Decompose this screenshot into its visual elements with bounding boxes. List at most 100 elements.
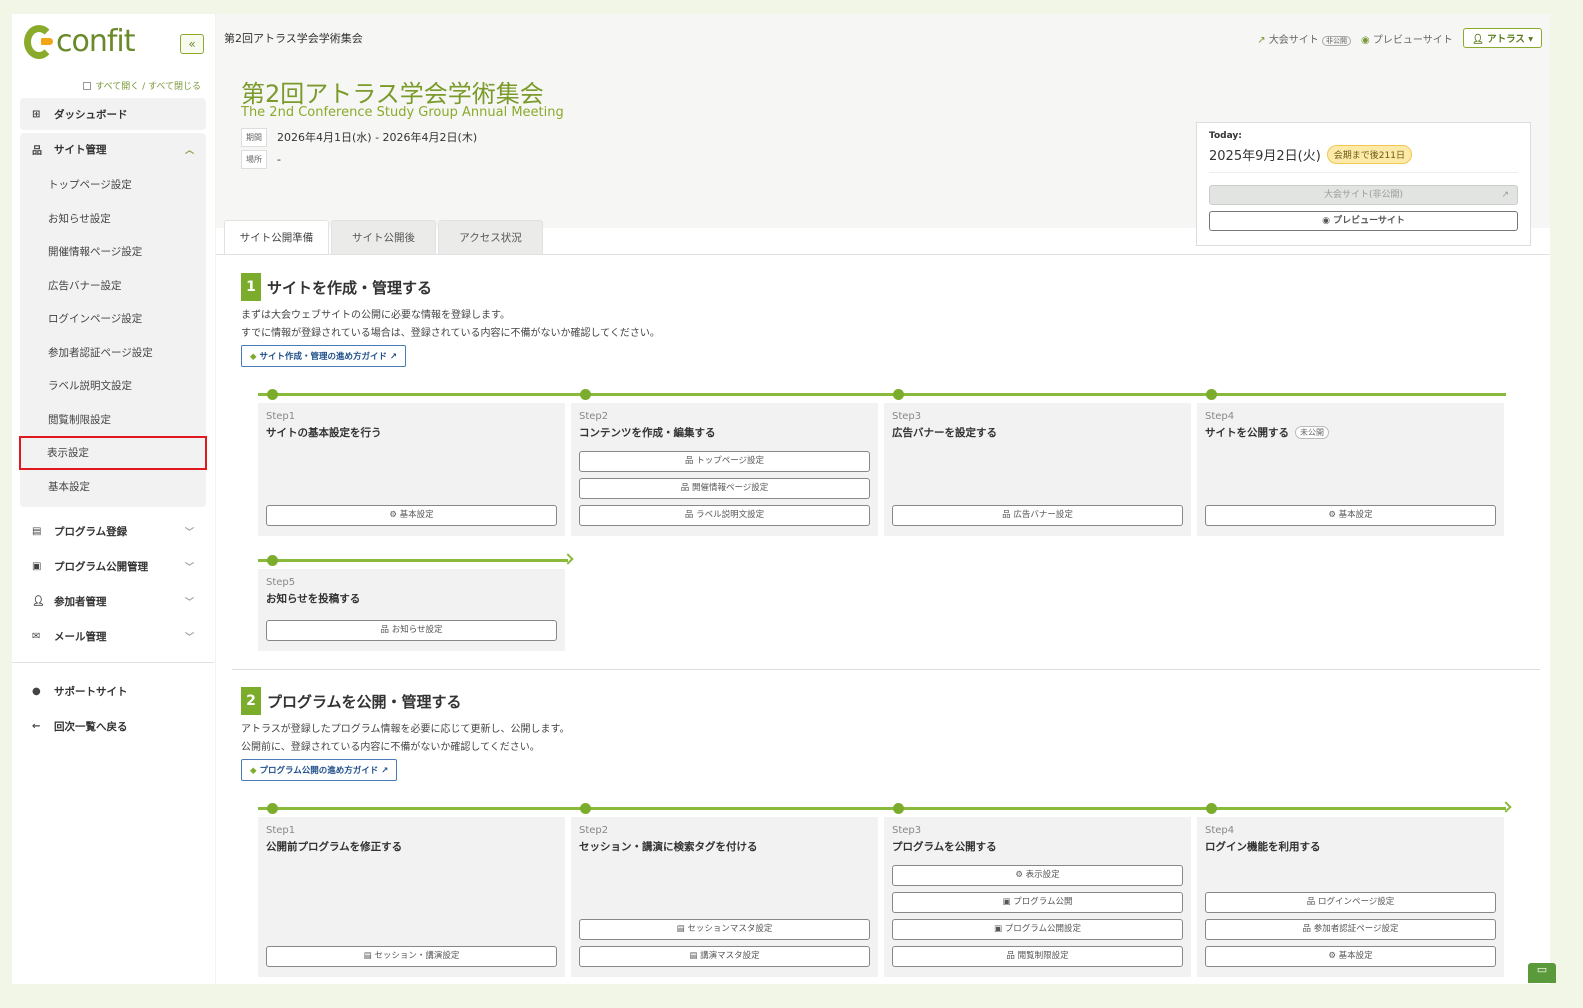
tab-1[interactable]: サイト公開後 [331,220,436,254]
page-subtitle: The 2nd Conference Study Group Annual Me… [241,105,564,120]
step-button[interactable]: ▤ セッション・講演設定 [266,946,557,967]
sidebar-subitem[interactable]: 開催情報ページ設定 [20,235,206,269]
guide-link[interactable]: ◆ プログラム公開の進め方ガイド ↗ [241,759,398,781]
sidebar-item-group[interactable]: ✉ メール管理 ﹀ [20,620,206,652]
tab-0[interactable]: サイト公開準備 [224,220,329,254]
sidebar-subitem[interactable]: 閲覧制限設定 [20,403,206,437]
sidebar-item-site-management[interactable]: 品サイト管理 ︿ [20,133,206,165]
section-number: 2 [241,687,261,715]
sidebar-subitem[interactable]: 基本設定 [20,470,206,504]
timeline-dot [580,803,591,814]
step-button[interactable]: ▤ セッションマスタ設定 [579,919,870,940]
sidebar-item-group[interactable]: ▤ プログラム登録 ﹀ [20,515,206,547]
preview-site-button[interactable]: ◉ プレビューサイト [1209,211,1518,231]
sidebar-item-dashboard[interactable]: ⊞ ダッシュボード [20,98,206,130]
sidebar-item-label: プログラム公開管理 [54,560,149,573]
sidebar-subitem[interactable]: お知らせ設定 [20,202,206,236]
button-icon: 品 [1302,924,1311,934]
step-title-text: コンテンツを作成・編集する [579,427,716,439]
today-label: Today: [1209,131,1242,141]
section-2: 2 プログラムを公開・管理する アトラスが登録したプログラム情報を必要に応じて更新し… [241,687,570,781]
step-title: ログイン機能を利用する [1205,839,1496,854]
conference-site-link[interactable]: ↗ 大会サイト 非公開 [1257,31,1351,46]
sidebar-subitem[interactable]: 参加者認証ページ設定 [20,336,206,370]
main-panel: 第2回アトラス学会学術集会 ↗ 大会サイト 非公開 ◉ プレビューサイト 👤︎ … [216,14,1550,984]
step-title: 広告バナーを設定する [892,425,1183,440]
step-card: Step2 コンテンツを作成・編集する品 トップページ設定品 開催情報ページ設定品… [571,403,878,536]
step-buttons: ⚙ 基本設定 [266,505,557,526]
step-button[interactable]: 品 ラベル説明文設定 [579,505,870,526]
step-button[interactable]: ▣ プログラム公開 [892,892,1183,913]
sidebar-subitem[interactable]: ログインページ設定 [20,302,206,336]
step-button[interactable]: 品 開催情報ページ設定 [579,478,870,499]
sidebar-item-support[interactable]: ● サポートサイト [20,675,206,707]
step-buttons: 品 トップページ設定品 開催情報ページ設定品 ラベル説明文設定 [579,451,870,526]
step-button[interactable]: 品 トップページ設定 [579,451,870,472]
description-line: まずは大会ウェブサイトの公開に必要な情報を登録します。 [241,310,510,321]
external-link-icon: ↗ [378,766,389,776]
step-title: セッション・講演に検索タグを付ける [579,839,870,854]
user-menu-button[interactable]: 👤︎ アトラス ▾ [1462,28,1542,48]
step-title: お知らせを投稿する [266,591,557,606]
timeline-dot [267,555,278,566]
button-icon: ⚙ [1328,951,1336,961]
timeline-dot [893,389,904,400]
step-button[interactable]: ⚙ 基本設定 [266,505,557,526]
step-title-text: サイトを公開する [1205,427,1289,439]
button-icon: ⚙ [1015,870,1023,880]
step-label: Step4 [1205,411,1235,422]
external-link-icon: ↗ [1501,190,1509,200]
eye-icon: ◉ [1361,34,1370,46]
place-value: - [277,152,281,166]
open-close-all-toggle[interactable]: すべて開く / すべて閉じる [83,79,201,92]
arrow-right-icon [562,553,574,565]
button-label: セッション・講演設定 [374,951,460,961]
step-button[interactable]: 品 閲覧制限設定 [892,946,1183,967]
step-label: Step3 [892,411,922,422]
sidebar-item-back[interactable]: ← 回次一覧へ戻る [20,710,206,742]
step-card: Step4 ログイン機能を利用する品 ログインページ設定品 参加者認証ページ設定 ⚙… [1197,817,1504,977]
collapse-sidebar-button[interactable]: « [180,34,204,54]
button-label: セッションマスタ設定 [687,924,773,934]
button-icon: 品 [1306,897,1316,907]
button-icon: ▣ [994,924,1003,934]
sidebar-subitem[interactable]: 表示設定 [19,436,207,470]
step-button[interactable]: 品 ログインページ設定 [1205,892,1496,913]
button-label: ラベル説明文設定 [696,510,765,520]
step-button[interactable]: ▤ 講演マスタ設定 [579,946,870,967]
step-button[interactable]: ⚙ 表示設定 [892,865,1183,886]
sidebar-item-group[interactable]: 👤︎ 参加者管理 ﹀ [20,585,206,617]
step-title: プログラムを公開する [892,839,1183,854]
step-button[interactable]: 品 広告バナー設定 [892,505,1183,526]
button-icon: ▤ [689,951,698,961]
step-card: Step4 サイトを公開する 未公開 ⚙ 基本設定 [1197,403,1504,536]
tab-2[interactable]: アクセス状況 [438,220,543,254]
sidebar-subitem[interactable]: 広告バナー設定 [20,269,206,303]
button-icon: 品 [380,625,389,635]
button-label: 基本設定 [1338,951,1373,961]
preview-site-link[interactable]: ◉ プレビューサイト [1361,31,1453,46]
sidebar-item-group[interactable]: ▣ プログラム公開管理 ﹀ [20,550,206,582]
conference-site-button[interactable]: 大会サイト(非公開) ↗ [1209,185,1518,205]
step-label: Step2 [579,411,609,422]
sidebar-subitem[interactable]: ラベル説明文設定 [20,369,206,403]
step-button[interactable]: ⚙ 基本設定 [1205,946,1496,967]
confit-logo[interactable]: confit [24,24,136,59]
checkbox-icon[interactable] [83,82,92,90]
step-button[interactable]: ⚙ 基本設定 [1205,505,1496,526]
step-title-text: 広告バナーを設定する [892,427,997,439]
chat-button[interactable]: ▭ [1528,963,1556,983]
sidebar-subitem[interactable]: トップページ設定 [20,168,206,202]
button-icon: 品 [1002,510,1011,520]
button-icon: 品 [684,456,694,466]
timeline-dot [1206,389,1217,400]
guide-link[interactable]: ◆ サイト作成・管理の進め方ガイド ↗ [241,345,407,367]
sitemap-icon: 品 [32,145,42,157]
section-description: アトラスが登録したプログラム情報を必要に応じて更新し、公開します。 公開前に、登録… [241,721,570,757]
step-button[interactable]: 品 お知らせ設定 [266,620,557,641]
description-line: すでに情報が登録されている場合は、登録されている内容に不備がないか確認してくださ… [241,328,660,339]
button-icon: 品 [680,483,690,493]
step-button[interactable]: 品 参加者認証ページ設定 [1205,919,1496,940]
step-button[interactable]: ▣ プログラム公開設定 [892,919,1183,940]
place-label: 場所 [241,149,267,169]
